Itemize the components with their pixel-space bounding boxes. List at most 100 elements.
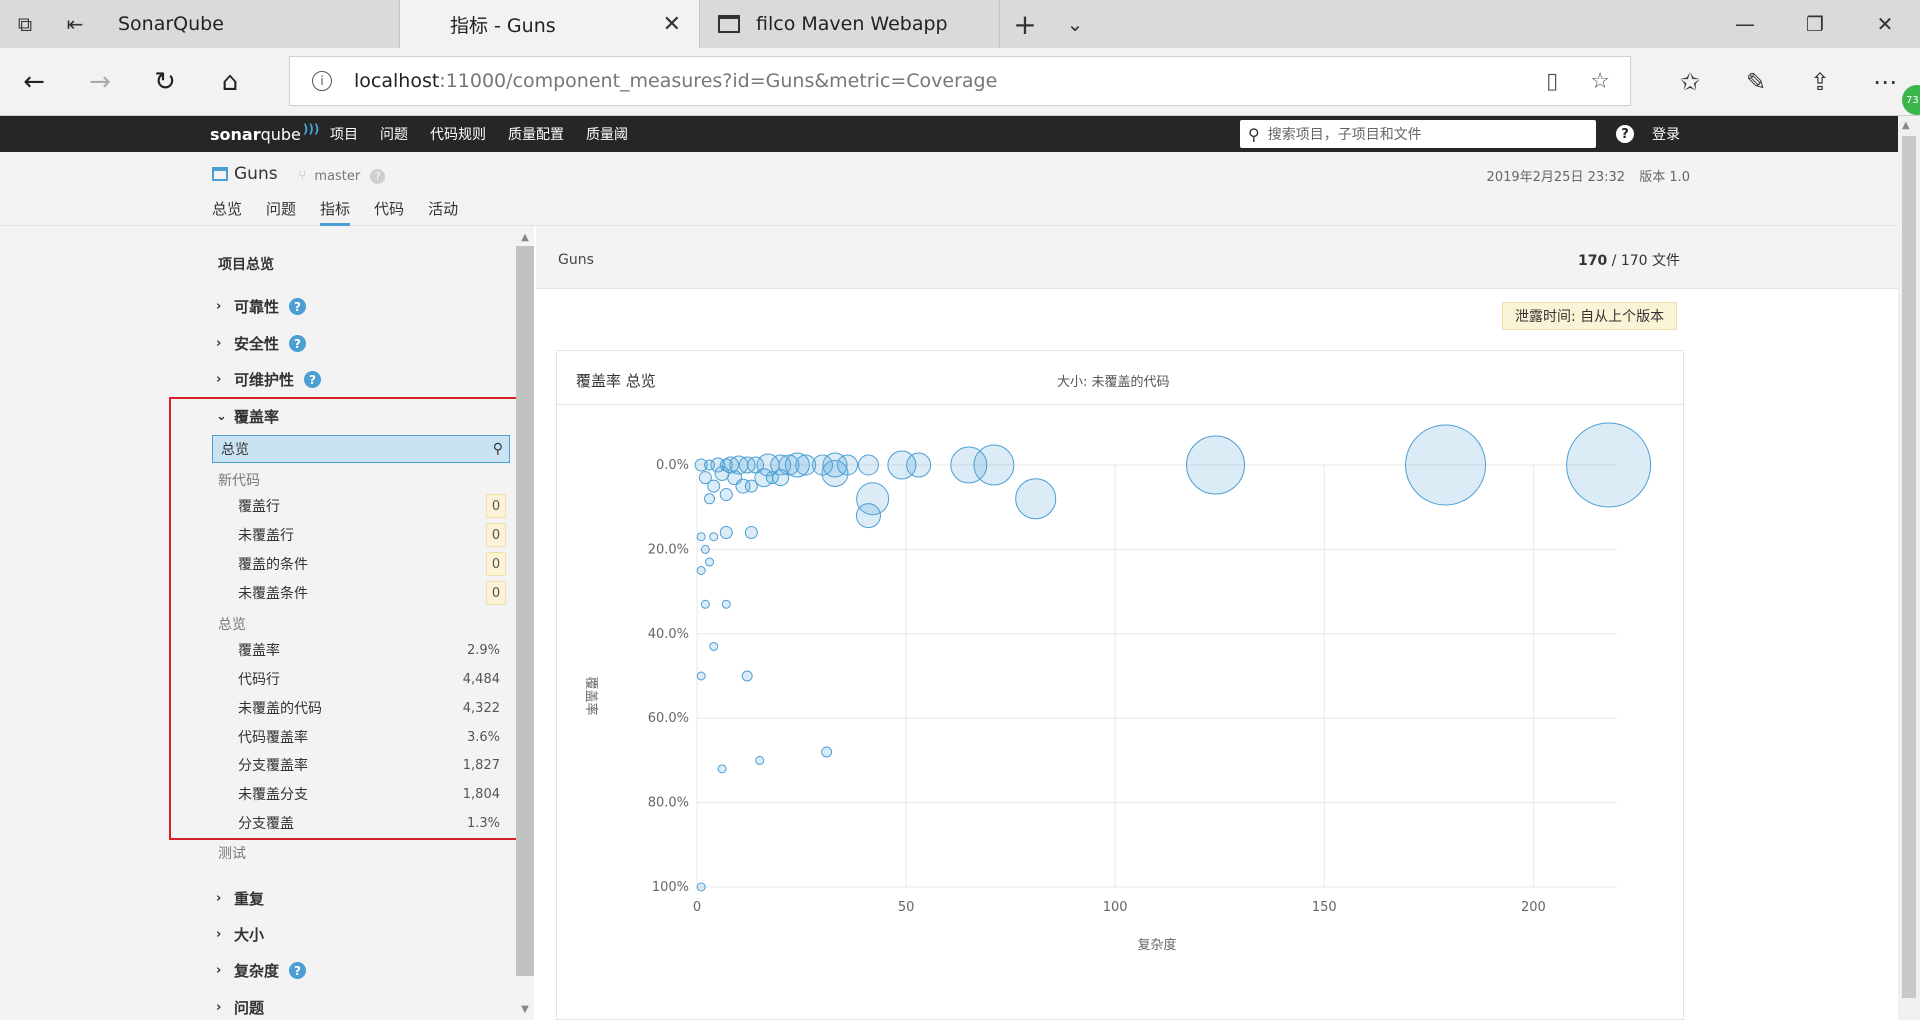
nav-projects[interactable]: 项目 — [330, 124, 358, 144]
metric-uncovered-lines[interactable]: 未覆盖的代码 4,322 — [212, 696, 510, 720]
new-code-heading: 新代码 — [218, 473, 260, 489]
tab-issues[interactable]: 问题 — [266, 198, 296, 226]
metric-new-covered-lines[interactable]: 覆盖行 0 — [212, 494, 510, 518]
help-icon[interactable]: ? — [304, 371, 322, 388]
bubble-point — [738, 456, 756, 474]
nav-rules[interactable]: 代码规则 — [430, 124, 486, 144]
address-toolbar: ← → ↻ ⌂ i localhost :11000/component_mea… — [0, 48, 1920, 116]
sonarqube-logo[interactable]: sonar qube))) — [210, 116, 319, 152]
scroll-up-arrow-icon[interactable]: ▲ — [516, 228, 534, 246]
pen-notes-icon[interactable]: ✎ — [1726, 48, 1786, 116]
browser-tab-sonarqube[interactable]: SonarQube — [100, 0, 400, 48]
branch-selector[interactable]: ⑂ master ? — [298, 168, 386, 184]
branch-help-icon[interactable]: ? — [370, 168, 386, 184]
back-button[interactable]: ← — [4, 48, 64, 116]
bubble-point — [741, 670, 753, 682]
group-reliability[interactable]: › 可靠性 ? — [216, 296, 307, 317]
tab-list-chevron-icon[interactable]: ⌄ — [1050, 0, 1100, 48]
scroll-up-arrow-icon[interactable]: ▲ — [1902, 120, 1910, 131]
group-coverage[interactable]: ⌄ 覆盖率 — [216, 406, 279, 427]
help-icon[interactable]: ? — [1616, 125, 1634, 143]
tab-code[interactable]: 代码 — [374, 198, 404, 226]
group-duplications[interactable]: › 重复 — [216, 888, 264, 909]
coverage-overview-item[interactable]: 总览 ⚲ — [212, 435, 510, 463]
metric-new-uncovered-lines[interactable]: 未覆盖行 0 — [212, 523, 510, 547]
tab-overview[interactable]: 总览 — [212, 198, 242, 226]
metric-new-covered-conditions[interactable]: 覆盖的条件 0 — [212, 552, 510, 576]
group-security[interactable]: › 安全性 ? — [216, 333, 307, 354]
tests-heading[interactable]: 测试 — [218, 843, 246, 863]
metric-label: 分支覆盖 — [238, 816, 294, 832]
group-label: 覆盖率 — [234, 408, 280, 426]
chevron-right-icon: › — [216, 372, 222, 387]
nav-issues[interactable]: 问题 — [380, 124, 408, 144]
metric-coverage[interactable]: 覆盖率 2.9% — [212, 638, 510, 662]
y-tick-label: 100% — [652, 880, 689, 895]
browser-tab-filco[interactable]: filco Maven Webapp — [700, 0, 1000, 48]
selected-label: 总览 — [221, 442, 249, 458]
sidebar-scroll-thumb[interactable] — [516, 246, 534, 976]
group-complexity[interactable]: › 复杂度 ? — [216, 960, 307, 981]
metric-label: 代码覆盖率 — [238, 730, 308, 746]
group-label: 大小 — [234, 926, 265, 944]
bubble-chart-card: 覆盖率 总览 大小: 未覆盖的代码 0.0% 20.0% 40.0% 60.0% 80.… — [556, 350, 1684, 1020]
tab-measures[interactable]: 指标 — [320, 198, 351, 226]
share-icon[interactable]: ⇪ — [1790, 48, 1850, 116]
scroll-down-arrow-icon[interactable]: ▼ — [516, 1000, 534, 1018]
project-name[interactable]: Guns — [212, 164, 278, 184]
bubble-point — [857, 454, 879, 476]
help-icon[interactable]: ? — [289, 298, 307, 315]
page-scrollbar[interactable]: ▲ — [1898, 116, 1920, 1020]
metric-value: 1.3% — [466, 815, 500, 831]
nav-quality-profiles[interactable]: 质量配置 — [508, 124, 564, 144]
metric-lines-to-cover[interactable]: 代码行 4,484 — [212, 667, 510, 691]
branch-name: master — [314, 168, 361, 184]
logo-text-bold: sonar — [210, 124, 261, 144]
bubble-point — [950, 446, 988, 484]
minimize-button[interactable]: — — [1710, 0, 1780, 48]
breadcrumb[interactable]: Guns — [558, 252, 594, 268]
home-button[interactable]: ⌂ — [200, 48, 260, 116]
browser-tab-metrics[interactable]: 指标 - Guns ✕ — [400, 0, 700, 48]
close-tab-icon[interactable]: ✕ — [663, 12, 681, 37]
address-input[interactable]: i localhost :11000/component_measures?id… — [289, 56, 1631, 106]
search-placeholder: 搜索项目，子项目和文件 — [1267, 127, 1422, 143]
sonar-global-nav: sonar qube))) 项目 问题 代码规则 质量配置 质量阈 ⚲ 搜索项目，… — [0, 116, 1898, 152]
x-tick-label: 200 — [1521, 900, 1546, 915]
tab-activity[interactable]: 活动 — [428, 198, 458, 226]
metric-value: 3.6% — [466, 729, 500, 745]
set-aside-tabs-icon[interactable]: ⇤ — [50, 0, 100, 48]
bubble-point — [765, 471, 779, 485]
sidebar-scrollbar[interactable]: ▲ ▼ — [516, 226, 534, 1020]
refresh-button[interactable]: ↻ — [135, 48, 195, 116]
metric-line-coverage[interactable]: 代码覆盖率 3.6% — [212, 725, 510, 749]
help-icon[interactable]: ? — [289, 962, 307, 979]
url-path: :11000/component_measures?id=Guns&metric… — [439, 70, 998, 92]
chevron-right-icon: › — [216, 299, 222, 314]
site-info-icon[interactable]: i — [312, 71, 332, 91]
page-icon — [718, 15, 740, 33]
login-link[interactable]: 登录 — [1652, 116, 1680, 152]
metric-conditions-to-cover[interactable]: 分支覆盖率 1,827 — [212, 753, 510, 777]
group-maintainability[interactable]: › 可维护性 ? — [216, 369, 322, 390]
group-size[interactable]: › 大小 — [216, 924, 264, 945]
group-label: 可维护性 — [234, 371, 295, 389]
metric-uncovered-conditions[interactable]: 未覆盖分支 1,804 — [212, 782, 510, 806]
help-icon[interactable]: ? — [289, 335, 307, 352]
metric-new-uncovered-conditions[interactable]: 未覆盖条件 0 — [212, 581, 510, 605]
favorite-star-icon[interactable]: ☆ — [1590, 69, 1610, 94]
restore-button[interactable]: ❐ — [1780, 0, 1850, 48]
nav-quality-gates[interactable]: 质量阈 — [586, 124, 628, 144]
reading-view-icon[interactable]: ▯ — [1546, 69, 1558, 94]
x-tick-label: 100 — [1103, 900, 1128, 915]
favorites-hub-icon[interactable]: ✩ — [1660, 48, 1720, 116]
metric-condition-coverage[interactable]: 分支覆盖 1.3% — [212, 811, 510, 835]
close-window-button[interactable]: ✕ — [1850, 0, 1920, 48]
group-issues[interactable]: › 问题 — [216, 997, 264, 1018]
sidebar-title[interactable]: 项目总览 — [218, 254, 274, 274]
global-search-input[interactable]: ⚲ 搜索项目，子项目和文件 — [1240, 120, 1596, 148]
page-scroll-thumb[interactable] — [1902, 136, 1916, 998]
new-tab-button[interactable]: + — [1000, 0, 1050, 48]
forward-button[interactable]: → — [70, 48, 130, 116]
tab-overview-icon[interactable]: ⧉ — [0, 0, 50, 48]
